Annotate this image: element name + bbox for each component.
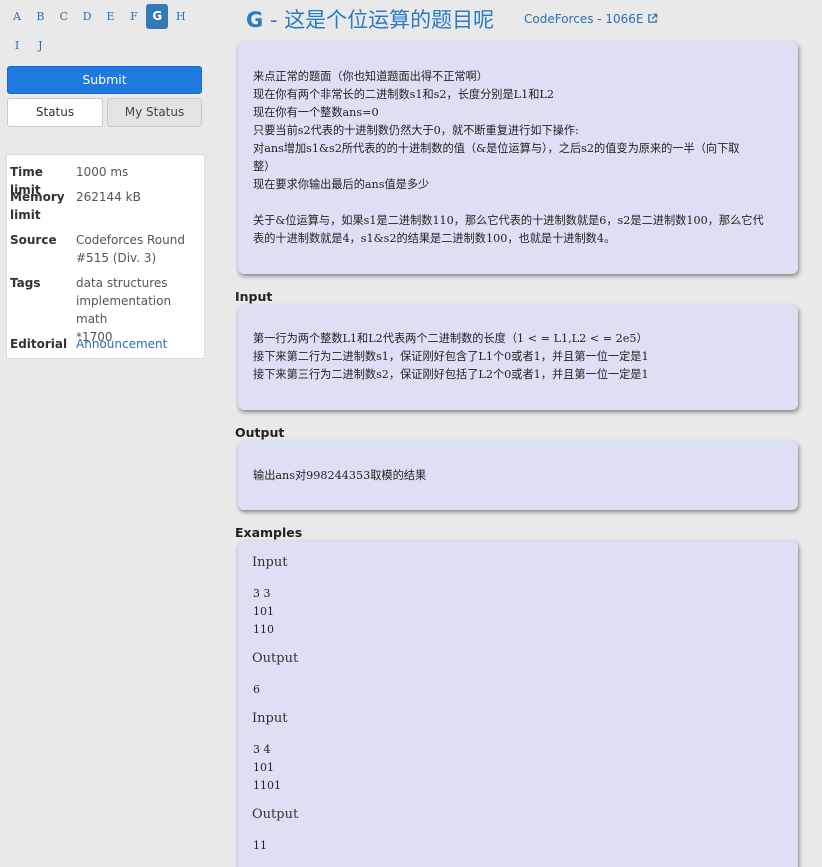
editorial-label: Editorial: [10, 337, 68, 351]
problem-info-panel: Time limit 1000 ms Memory limit 262144 kB…: [6, 154, 205, 359]
statement-line: 表的十进制数就是4，s1&s2的结果是二进制数100，也就是十进制数4。: [253, 232, 616, 245]
external-link-icon: [648, 13, 658, 23]
statement-line: [253, 194, 783, 212]
example-input-line: 101: [253, 605, 274, 618]
statement-line: 现在要求你输出最后的ans值是多少: [253, 178, 430, 191]
source-link[interactable]: CodeForces - 1066E: [524, 12, 658, 26]
problem-tab-i[interactable]: I: [6, 33, 28, 58]
problem-tab-g[interactable]: G: [146, 4, 169, 29]
memory-limit-label: Memory limit: [10, 190, 65, 222]
statement-line: 只要当前s2代表的十进制数仍然大于0，就不断重复进行如下操作:: [253, 124, 579, 137]
problem-tab-b[interactable]: B: [29, 4, 51, 29]
input-heading: Input: [235, 289, 273, 304]
problem-tab-a[interactable]: A: [6, 4, 28, 29]
statement-line: 现在你有两个非常长的二进制数s1和s2，长度分别是L1和L2: [253, 88, 554, 101]
example-input-label: Input: [252, 711, 288, 726]
statement-line: 现在你有一个整数ans=0: [253, 106, 379, 119]
memory-limit-value: 262144 kB: [76, 190, 141, 204]
example-input-label: Input: [252, 555, 288, 570]
problem-tab-d[interactable]: D: [76, 4, 98, 29]
source-label: Source: [10, 233, 57, 247]
submit-button[interactable]: Submit: [7, 66, 202, 94]
problem-nav: ABCDEFGH IJ: [6, 4, 206, 62]
statement-box: 来点正常的题面（你也知道题面出得不正常啊） 现在你有两个非常长的二进制数s1和s…: [238, 42, 798, 274]
problem-tab-h[interactable]: H: [170, 4, 192, 29]
output-box: 输出ans对998244353取模的结果: [238, 441, 798, 510]
statement-line: 关于&位运算与，如果s1是二进制数110，那么它代表的十进制数就是6，s2是二进…: [253, 214, 764, 227]
input-line: 第一行为两个整数L1和L2代表两个二进制数的长度（1 < = L1,L2 < =…: [253, 332, 648, 345]
example-output-label: Output: [252, 807, 299, 822]
example-input-line: 3 4: [253, 743, 271, 756]
problem-tab-c[interactable]: C: [53, 4, 75, 29]
example-input-line: 1101: [253, 779, 281, 792]
examples-heading: Examples: [235, 525, 303, 540]
output-heading: Output: [235, 425, 285, 440]
example-input-line: 101: [253, 761, 274, 774]
example-input-line: 110: [253, 623, 274, 636]
problem-tab-e[interactable]: E: [100, 4, 122, 29]
example-output-line: 6: [253, 683, 260, 696]
example-output-line: 11: [253, 839, 267, 852]
status-button[interactable]: Status: [7, 98, 103, 127]
example-output-label: Output: [252, 651, 299, 666]
input-line: 接下来第二行为二进制数s1，保证刚好包含了L1个0或者1，并且第一位一定是1: [253, 350, 649, 363]
input-box: 第一行为两个整数L1和L2代表两个二进制数的长度（1 < = L1,L2 < =…: [238, 305, 798, 410]
page-title: G - 这是个位运算的题目呢: [246, 8, 495, 32]
editorial-link[interactable]: Announcement: [76, 335, 201, 353]
input-line: 接下来第三行为二进制数s2，保证刚好包括了L2个0或者1，并且第一位一定是1: [253, 368, 649, 381]
examples-box: Input 3 3 101 110 Output 6 Input 3 4 101…: [238, 541, 798, 867]
problem-tab-f[interactable]: F: [123, 4, 145, 29]
statement-line: 来点正常的题面（你也知道题面出得不正常啊）: [253, 70, 488, 83]
time-limit-value: 1000 ms: [76, 165, 129, 179]
statement-line: 对ans增加s1&s2所代表的的十进制数的值（&是位运算与），之后s2的值变为原…: [253, 142, 740, 155]
problem-tab-j[interactable]: J: [29, 33, 51, 58]
my-status-button[interactable]: My Status: [107, 98, 202, 127]
tags-label: Tags: [10, 276, 41, 290]
statement-line: 整）: [253, 160, 276, 173]
source-value: Codeforces Round #515 (Div. 3): [76, 233, 185, 265]
example-input-line: 3 3: [253, 587, 271, 600]
output-line: 输出ans对998244353取模的结果: [253, 469, 427, 482]
